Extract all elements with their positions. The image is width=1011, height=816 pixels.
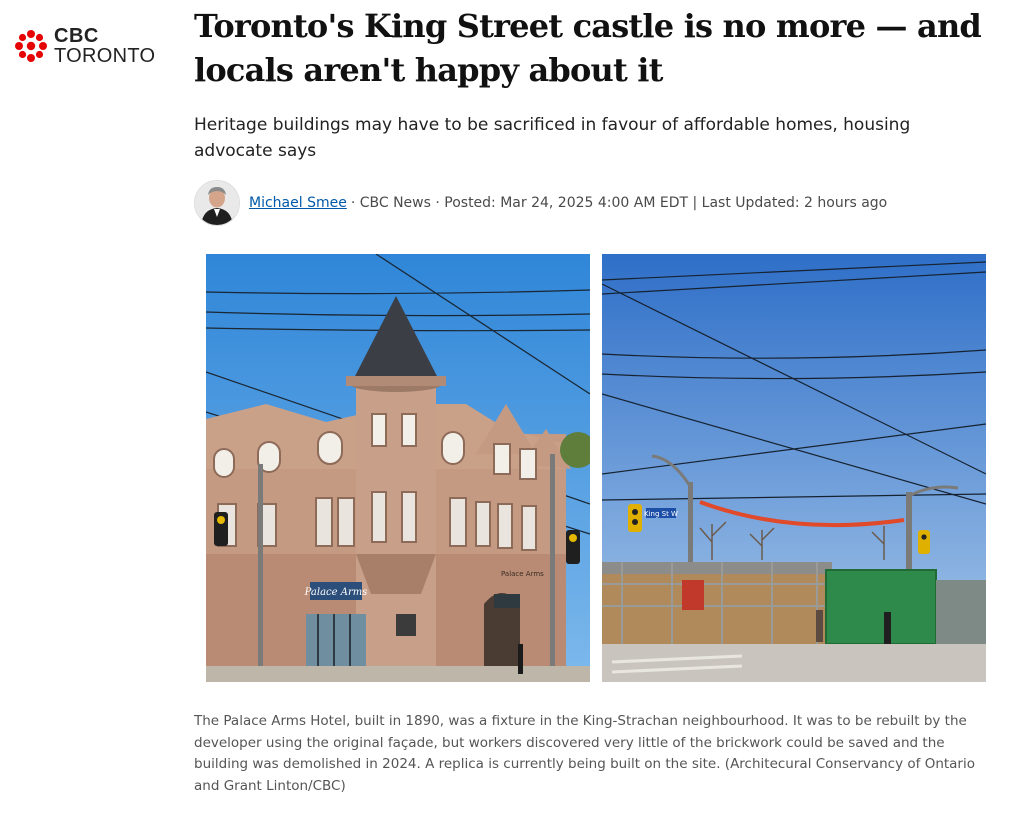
author-link[interactable]: Michael Smee [249,195,347,211]
byline-meta: · CBC News · Posted: Mar 24, 2025 4:00 A… [350,195,888,211]
author-avatar[interactable] [194,180,240,226]
article-deck: Heritage buildings may have to be sacrif… [194,115,911,161]
palace-arms-sign-text: Palace Arms [304,587,368,598]
cbc-toronto-logo[interactable]: CBC TORONTO [14,26,155,66]
cbc-gem-icon [15,30,47,62]
article-headline: Toronto's King Street castle is no more … [194,7,982,89]
byline: Michael Smee · CBC News · Posted: Mar 24… [194,180,887,226]
photo-caption: The Palace Arms Hotel, built in 1890, wa… [194,713,975,794]
street-sign-text: King St W [644,510,678,518]
photo-palace-arms-site-after: King St W [602,254,986,682]
logo-section: TORONTO [54,45,156,67]
logo-wordmark: CBC [54,25,99,47]
photo-palace-arms-before: Palace Arms Palace Arms [206,254,590,682]
palace-arms-awning-text: Palace Arms [501,570,544,578]
